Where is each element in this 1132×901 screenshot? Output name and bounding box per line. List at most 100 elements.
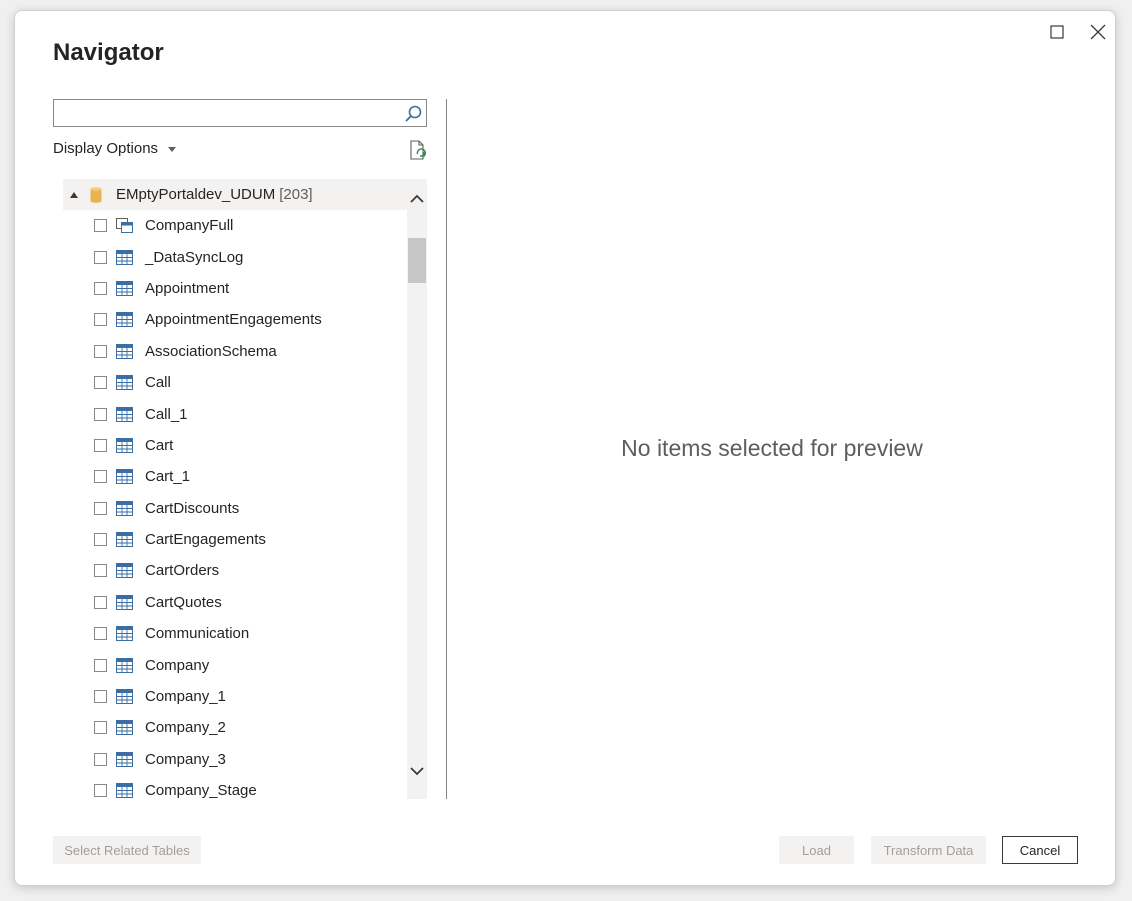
table-icon [116, 689, 133, 705]
table-icon [116, 626, 133, 642]
table-icon [116, 312, 133, 328]
tree-item[interactable]: CartOrders [94, 555, 404, 586]
item-label: Company_2 [145, 719, 226, 737]
transform-data-button[interactable]: Transform Data [871, 836, 986, 864]
table-icon [116, 751, 133, 767]
expand-arrow-icon[interactable] [70, 191, 78, 198]
item-label: _DataSyncLog [145, 248, 244, 266]
tree-item[interactable]: Company_3 [94, 744, 404, 775]
table-icon [116, 437, 133, 453]
tree-item[interactable]: Cart [94, 430, 404, 461]
item-label: AppointmentEngagements [145, 311, 322, 329]
table-icon [116, 343, 133, 359]
item-label: Call [145, 374, 171, 392]
table-icon [116, 783, 133, 799]
item-label: CartQuotes [145, 593, 222, 611]
table-icon [116, 249, 133, 265]
item-checkbox[interactable] [94, 250, 107, 264]
item-checkbox[interactable] [94, 501, 107, 515]
tree-item[interactable]: CompanyFull [94, 210, 404, 241]
table-icon [116, 532, 133, 548]
table-icon [116, 563, 133, 579]
display-options-dropdown[interactable]: Display Options [53, 140, 177, 157]
item-label: Call_1 [145, 405, 188, 423]
tree-scrollbar[interactable] [407, 179, 427, 799]
item-checkbox[interactable] [94, 344, 107, 358]
item-label: Cart_1 [145, 468, 191, 486]
item-label: CartEngagements [145, 531, 266, 549]
cancel-button[interactable]: Cancel [1002, 836, 1078, 864]
tree-item[interactable]: AssociationSchema [94, 336, 404, 367]
tree-item[interactable]: Company_Stage [94, 775, 404, 799]
chevron-down-icon[interactable] [409, 763, 425, 779]
item-label: Communication [145, 625, 250, 643]
table-icon [116, 406, 133, 422]
item-checkbox[interactable] [94, 313, 107, 327]
item-checkbox[interactable] [94, 533, 107, 547]
item-checkbox[interactable] [94, 658, 107, 672]
tree-item[interactable]: CartEngagements [94, 524, 404, 555]
database-count: [203] [279, 186, 313, 203]
tree-item[interactable]: Company [94, 649, 404, 680]
chevron-down-icon [168, 147, 177, 152]
item-checkbox[interactable] [94, 376, 107, 390]
tree-item[interactable]: Call [94, 367, 404, 398]
navigator-tree: EMptyPortaldev_UDUM [203] CompanyFull _Da… [53, 179, 407, 799]
item-checkbox[interactable] [94, 407, 107, 421]
tree-item[interactable]: CartDiscounts [94, 493, 404, 524]
item-checkbox[interactable] [94, 784, 107, 798]
item-label: Company_3 [145, 750, 226, 768]
item-checkbox[interactable] [94, 564, 107, 578]
load-button[interactable]: Load [779, 836, 854, 864]
tree-root-database[interactable]: EMptyPortaldev_UDUM [203] [63, 179, 407, 210]
item-checkbox[interactable] [94, 595, 107, 609]
tree-item[interactable]: CartQuotes [94, 587, 404, 618]
item-label: AssociationSchema [145, 342, 277, 360]
item-checkbox[interactable] [94, 721, 107, 735]
item-checkbox[interactable] [94, 281, 107, 295]
tree-item[interactable]: AppointmentEngagements [94, 304, 404, 335]
table-icon [116, 500, 133, 516]
item-checkbox[interactable] [94, 470, 107, 484]
view-icon [116, 218, 133, 234]
select-related-tables-button[interactable]: Select Related Tables [53, 836, 201, 864]
table-icon [116, 375, 133, 391]
table-icon [116, 657, 133, 673]
refresh-icon[interactable] [407, 139, 429, 161]
chevron-up-icon[interactable] [409, 191, 425, 207]
navigator-dialog: Navigator Display Options EMptyPortaldev… [14, 10, 1116, 886]
search-icon[interactable] [402, 103, 424, 125]
tree-item[interactable]: Company_2 [94, 712, 404, 743]
item-label: CartOrders [145, 562, 220, 580]
database-icon [90, 186, 102, 203]
item-checkbox[interactable] [94, 627, 107, 641]
item-checkbox[interactable] [94, 219, 107, 233]
search-input[interactable] [54, 100, 406, 126]
preview-empty-message: No items selected for preview [621, 435, 923, 461]
display-options-label: Display Options [53, 140, 159, 157]
close-icon[interactable] [1087, 21, 1109, 43]
database-name: EMptyPortaldev_UDUM [116, 186, 276, 203]
item-label: Company [145, 656, 210, 674]
item-label: Appointment [145, 279, 230, 297]
tree-item[interactable]: Company_1 [94, 681, 404, 712]
tree-item[interactable]: _DataSyncLog [94, 241, 404, 272]
item-checkbox[interactable] [94, 752, 107, 766]
item-label: CartDiscounts [145, 499, 240, 517]
item-checkbox[interactable] [94, 438, 107, 452]
scrollbar-thumb[interactable] [408, 238, 426, 283]
search-box[interactable] [53, 99, 427, 127]
tree-item[interactable]: Cart_1 [94, 461, 404, 492]
table-icon [116, 280, 133, 296]
table-icon [116, 469, 133, 485]
tree-item[interactable]: Communication [94, 618, 404, 649]
tree-items: CompanyFull _DataSyncLog Appointment Appoin… [94, 210, 404, 799]
item-checkbox[interactable] [94, 690, 107, 704]
item-label: Cart [145, 436, 174, 454]
tree-item[interactable]: Call_1 [94, 398, 404, 429]
maximize-icon[interactable] [1046, 21, 1068, 43]
tree-item[interactable]: Appointment [94, 273, 404, 304]
item-label: Company_1 [145, 688, 226, 706]
table-icon [116, 594, 133, 610]
table-icon [116, 720, 133, 736]
